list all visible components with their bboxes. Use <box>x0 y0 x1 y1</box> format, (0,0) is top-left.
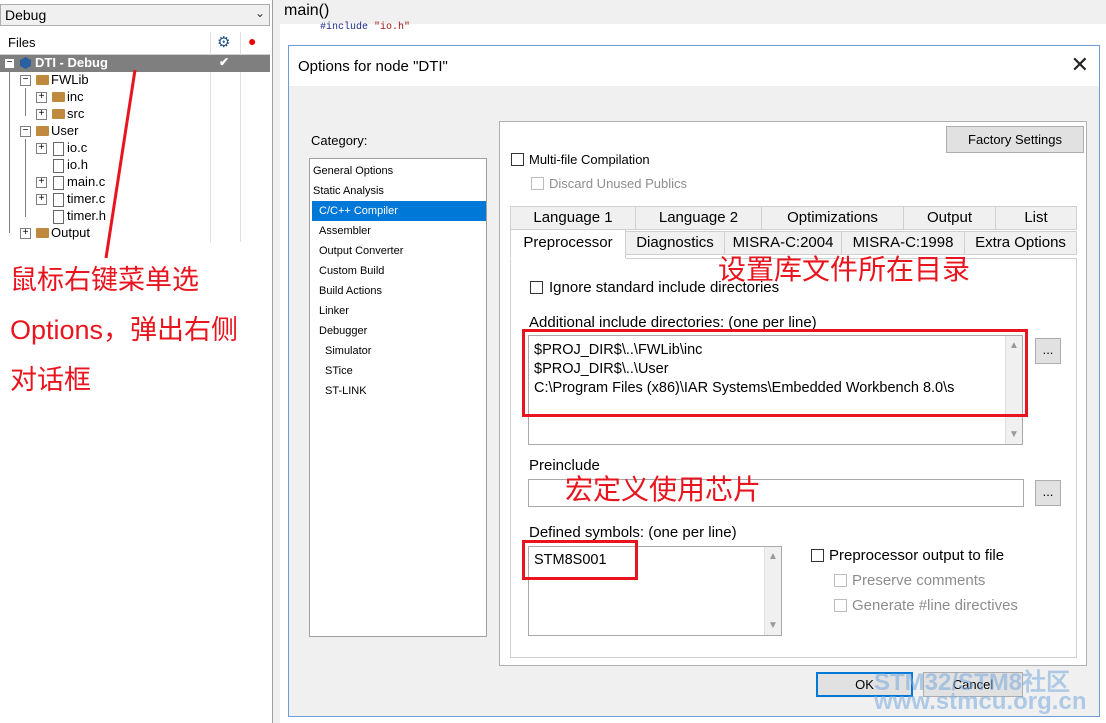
pp-output-checkbox[interactable] <box>811 549 824 562</box>
category-item-assembler[interactable]: Assembler <box>312 221 486 241</box>
category-item-linker[interactable]: Linker <box>312 301 486 321</box>
annotation-include-note: 设置库文件所在目录 <box>718 254 971 285</box>
code-string: "io.h" <box>374 22 411 33</box>
category-item-c-cpp-compiler[interactable]: C/C++ Compiler <box>312 201 486 221</box>
scroll-down-icon[interactable]: ▼ <box>768 620 778 631</box>
category-label: Category: <box>311 133 368 148</box>
category-item-general-options[interactable]: General Options <box>312 161 486 181</box>
editor-function-title: main() <box>284 2 330 19</box>
discard-unused-checkbox[interactable] <box>531 177 544 190</box>
tab-diagnostics[interactable]: Diagnostics <box>625 231 725 255</box>
category-list: General Options Static Analysis C/C++ Co… <box>309 158 487 637</box>
preserve-comments-label: Preserve comments <box>852 572 986 589</box>
discard-unused-label: Discard Unused Publics <box>549 176 688 191</box>
tab-extra-options[interactable]: Extra Options <box>964 231 1077 255</box>
category-item-st-link[interactable]: ST-LINK <box>312 381 486 401</box>
tab-optimizations[interactable]: Optimizations <box>761 206 904 230</box>
annotation-define-note: 宏定义使用芯片 <box>565 474 762 505</box>
factory-settings-button[interactable]: Factory Settings <box>946 126 1084 153</box>
defined-scrollbar[interactable]: ▲ ▼ <box>764 547 781 635</box>
ignore-std-include-checkbox[interactable] <box>530 281 543 294</box>
highlight-include-dirs <box>522 329 1028 417</box>
tab-language-2[interactable]: Language 2 <box>635 206 762 230</box>
highlight-defined-symbols <box>522 540 638 580</box>
code-line: #include "io.h" <box>320 22 410 33</box>
multi-file-checkbox[interactable] <box>511 153 524 166</box>
dialog-title: Options for node "DTI" <box>298 58 448 75</box>
preinclude-browse-button[interactable]: ... <box>1035 480 1061 506</box>
pp-output-label: Preprocessor output to file <box>829 547 1005 564</box>
tab-language-1[interactable]: Language 1 <box>510 206 636 230</box>
defined-symbols-label: Defined symbols: (one per line) <box>529 524 737 541</box>
tab-output[interactable]: Output <box>903 206 996 230</box>
scroll-down-icon[interactable]: ▼ <box>1009 429 1019 440</box>
category-item-debugger[interactable]: Debugger <box>312 321 486 341</box>
category-item-simulator[interactable]: Simulator <box>312 341 486 361</box>
dialog-titlebar: Options for node "DTI" ✕ <box>289 46 1099 86</box>
category-item-static-analysis[interactable]: Static Analysis <box>312 181 486 201</box>
watermark-line2: www.stmcu.org.cn <box>874 688 1087 715</box>
category-item-custom-build[interactable]: Custom Build <box>312 261 486 281</box>
include-browse-button[interactable]: ... <box>1035 338 1061 364</box>
gen-line-label: Generate #line directives <box>852 597 1018 614</box>
category-item-build-actions[interactable]: Build Actions <box>312 281 486 301</box>
category-item-stice[interactable]: STice <box>312 361 486 381</box>
gen-line-checkbox[interactable] <box>834 599 847 612</box>
close-icon[interactable]: ✕ <box>1071 52 1089 78</box>
category-item-output-converter[interactable]: Output Converter <box>312 241 486 261</box>
annotation-arrow-left <box>104 69 137 259</box>
code-prefix: #include <box>320 22 375 33</box>
preserve-comments-checkbox[interactable] <box>834 574 847 587</box>
tab-preprocessor[interactable]: Preprocessor <box>510 229 626 259</box>
scroll-up-icon[interactable]: ▲ <box>768 551 778 562</box>
multi-file-label: Multi-file Compilation <box>529 152 650 167</box>
tab-list[interactable]: List <box>995 206 1077 230</box>
